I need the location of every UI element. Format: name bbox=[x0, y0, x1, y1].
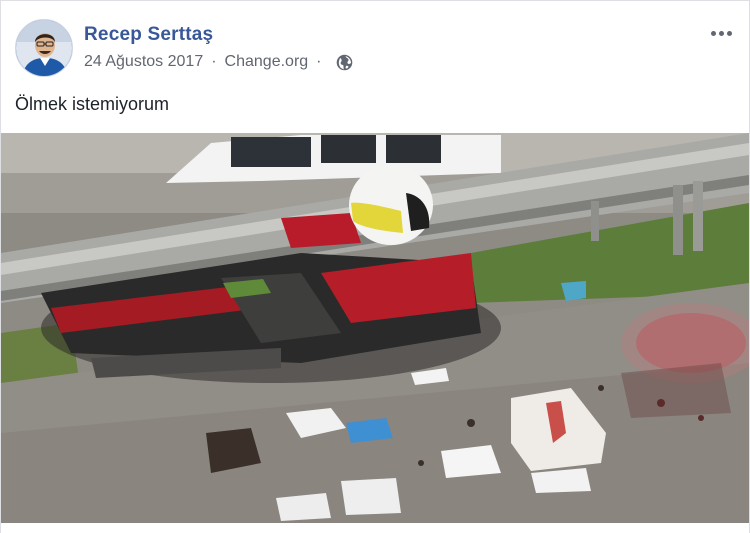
more-dot bbox=[718, 30, 724, 36]
more-dot bbox=[710, 30, 716, 36]
avatar[interactable] bbox=[15, 19, 73, 77]
author-name[interactable]: Recep Serttaş bbox=[84, 24, 213, 46]
post-text: Ölmek istemiyorum bbox=[15, 94, 170, 114]
more-options-icon[interactable] bbox=[707, 23, 735, 43]
post-source[interactable]: Change.org bbox=[225, 53, 309, 71]
post-footer bbox=[1, 523, 749, 533]
post-header: Recep Serttaş 24 Ağustos 2017 · Change.o… bbox=[15, 17, 735, 79]
globe-icon[interactable] bbox=[336, 54, 353, 71]
meta-separator: · bbox=[211, 53, 217, 70]
post-meta: 24 Ağustos 2017 · Change.org · bbox=[84, 53, 353, 71]
more-dot bbox=[726, 30, 732, 36]
post-photo[interactable] bbox=[1, 133, 749, 523]
meta-separator: · bbox=[316, 53, 322, 70]
post-card: Recep Serttaş 24 Ağustos 2017 · Change.o… bbox=[0, 0, 750, 533]
post-date[interactable]: 24 Ağustos 2017 bbox=[84, 53, 203, 71]
